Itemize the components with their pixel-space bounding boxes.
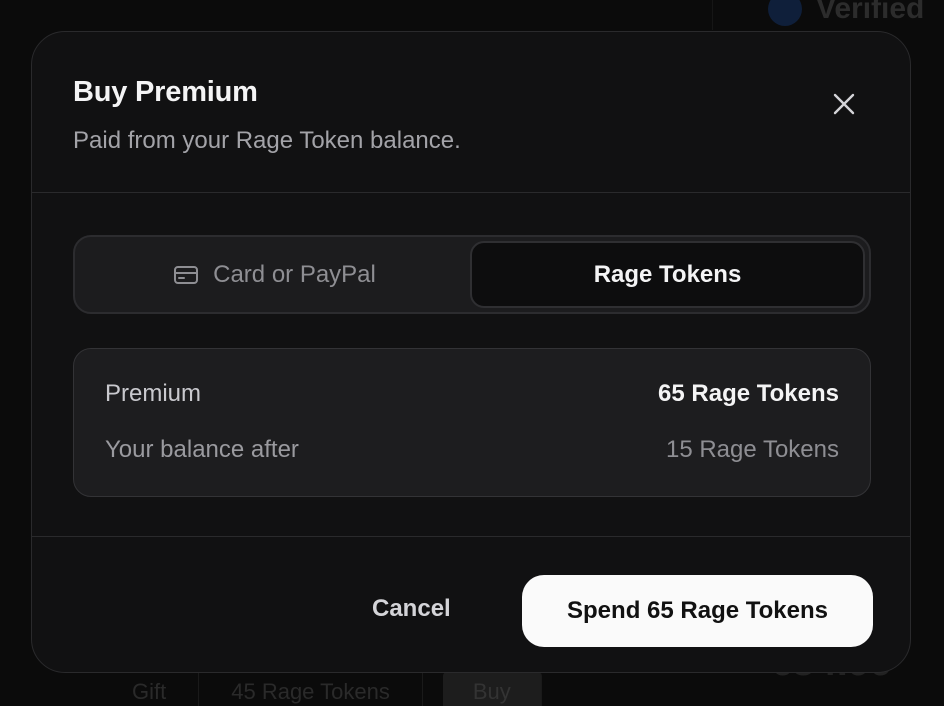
close-button[interactable] — [830, 90, 858, 118]
summary-value: 65 Rage Tokens — [658, 380, 839, 407]
tab-rage-tokens-label: Rage Tokens — [593, 260, 742, 288]
background-verified-badge: Verified — [768, 0, 924, 26]
background-token-price: 45 Rage Tokens — [199, 672, 423, 706]
summary-row-balance-after: Your balance after 15 Rage Tokens — [105, 436, 839, 464]
dialog-title: Buy Premium — [73, 76, 258, 108]
dialog-header: Buy Premium Paid from your Rage Token ba… — [32, 32, 910, 193]
background-buy-button: Buy — [442, 672, 542, 706]
summary-label: Your balance after — [105, 436, 299, 463]
verified-icon — [768, 0, 802, 26]
summary-value: 15 Rage Tokens — [665, 436, 839, 463]
summary-row-premium: Premium 65 Rage Tokens — [105, 380, 839, 408]
order-summary: Premium 65 Rage Tokens Your balance afte… — [73, 348, 871, 497]
dialog-footer: Cancel Spend 65 Rage Tokens — [32, 537, 910, 672]
close-icon — [833, 93, 855, 115]
background-action-bar: Gift 45 Rage Tokens Buy — [100, 672, 700, 706]
page: Verified Gift 45 Rage Tokens Buy €34.99 … — [0, 0, 944, 706]
spend-tokens-button[interactable]: Spend 65 Rage Tokens — [522, 575, 873, 647]
background-verified-label: Verified — [816, 0, 925, 25]
dialog-body: Card or PayPal Rage Tokens Premium 65 Ra… — [32, 193, 910, 537]
background-divider — [712, 0, 713, 30]
background-gift: Gift — [100, 672, 200, 706]
payment-method-tabs: Card or PayPal Rage Tokens — [73, 235, 871, 314]
tab-card-or-paypal[interactable]: Card or PayPal — [79, 241, 470, 308]
buy-premium-dialog: Buy Premium Paid from your Rage Token ba… — [31, 31, 911, 673]
summary-label: Premium — [105, 380, 202, 407]
cancel-button[interactable]: Cancel — [372, 589, 451, 629]
dialog-subtitle: Paid from your Rage Token balance. — [73, 127, 461, 154]
credit-card-icon — [173, 264, 199, 286]
tab-rage-tokens[interactable]: Rage Tokens — [470, 241, 865, 308]
tab-card-or-paypal-label: Card or PayPal — [213, 260, 376, 288]
